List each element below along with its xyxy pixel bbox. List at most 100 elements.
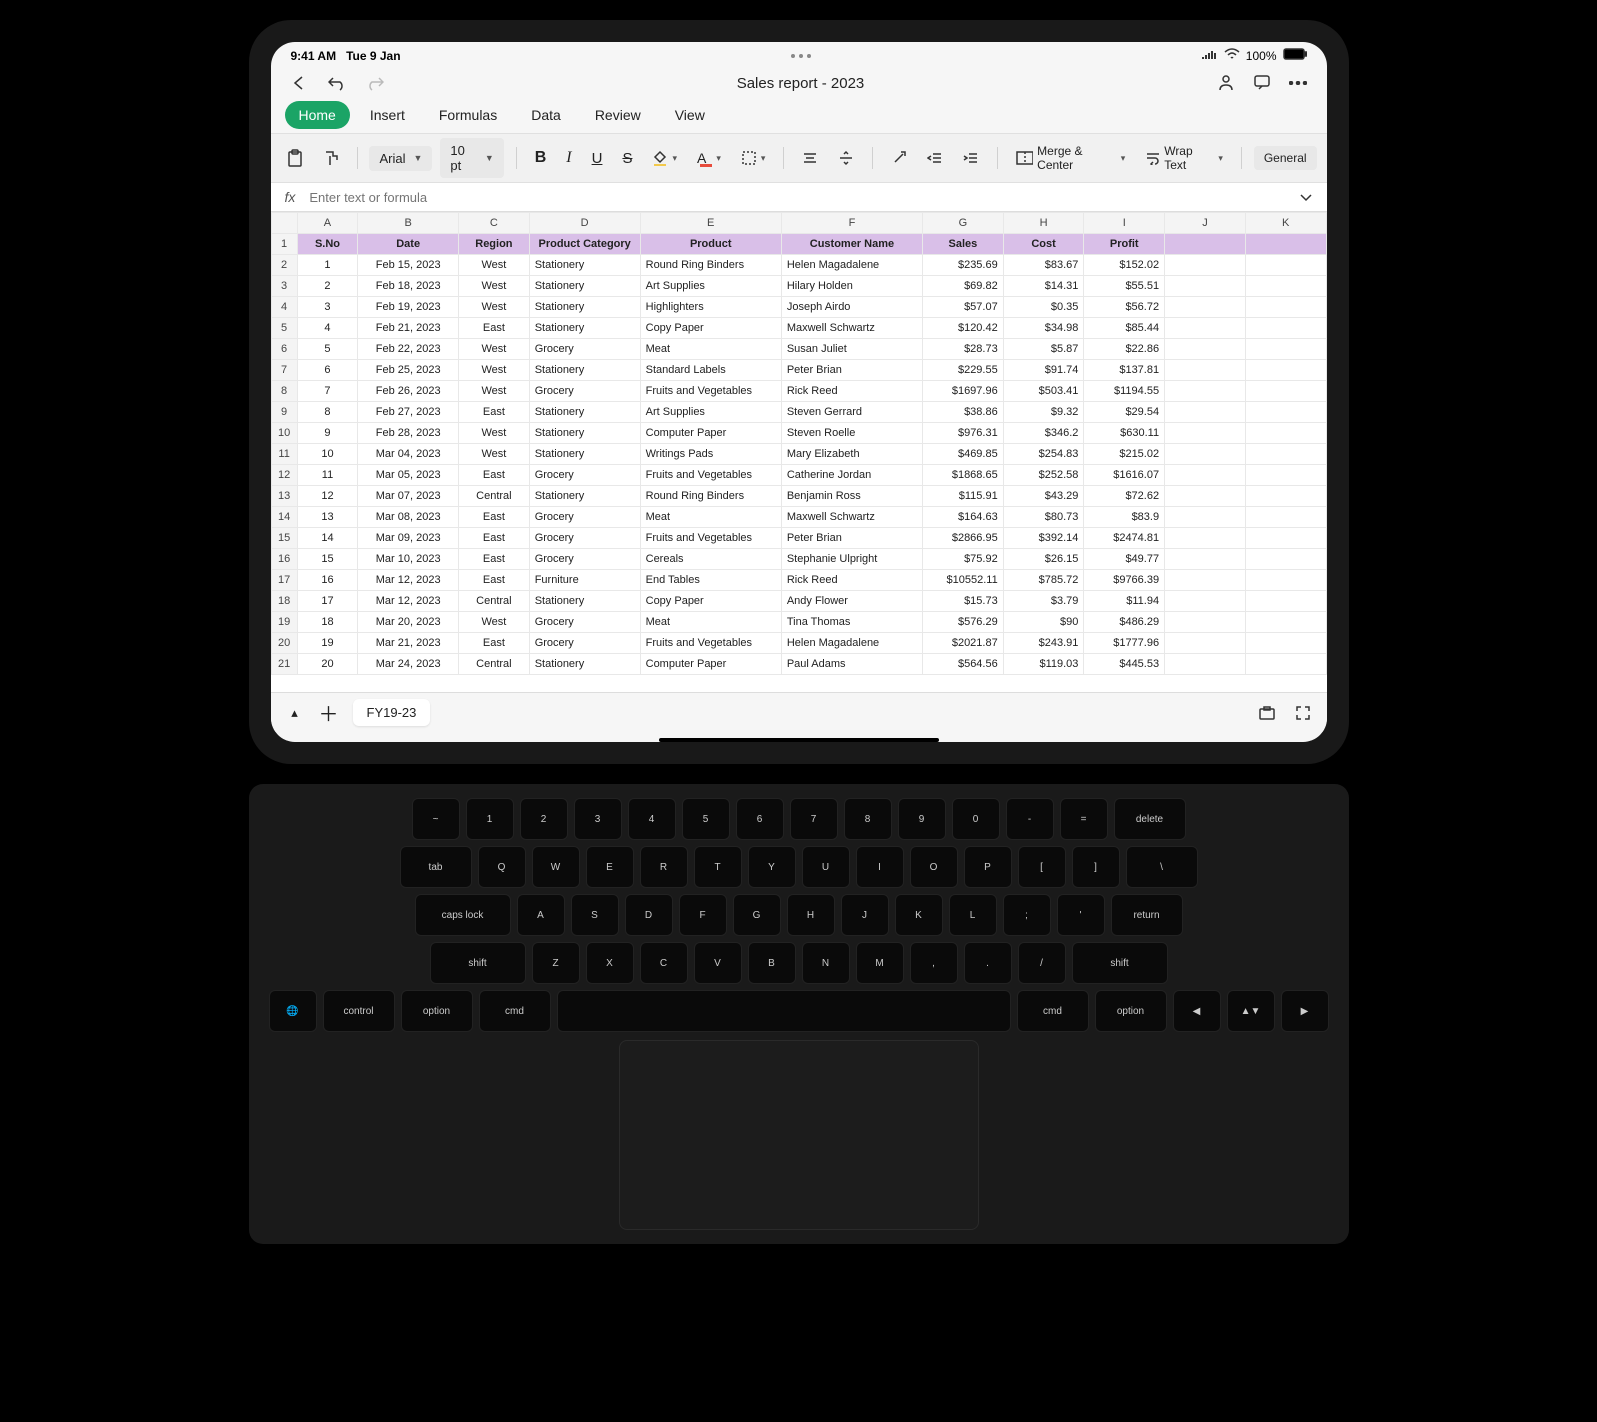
- key[interactable]: ]: [1072, 846, 1120, 888]
- cell[interactable]: Mar 07, 2023: [358, 486, 459, 507]
- cell[interactable]: Helen Magadalene: [781, 633, 922, 654]
- col-header-D[interactable]: D: [529, 213, 640, 234]
- cell[interactable]: $11.94: [1084, 591, 1165, 612]
- cell[interactable]: Mar 08, 2023: [358, 507, 459, 528]
- key[interactable]: shift: [1072, 942, 1168, 984]
- cell[interactable]: [1245, 276, 1326, 297]
- key[interactable]: caps lock: [415, 894, 511, 936]
- cell[interactable]: $630.11: [1084, 423, 1165, 444]
- select-all-cell[interactable]: [271, 213, 297, 234]
- cell[interactable]: 10: [297, 444, 358, 465]
- cell[interactable]: $119.03: [1003, 654, 1084, 675]
- bold-button[interactable]: B: [529, 145, 553, 171]
- cell[interactable]: $83.67: [1003, 255, 1084, 276]
- cell[interactable]: $56.72: [1084, 297, 1165, 318]
- cell[interactable]: West: [459, 381, 530, 402]
- key[interactable]: G: [733, 894, 781, 936]
- cell[interactable]: $29.54: [1084, 402, 1165, 423]
- cell[interactable]: Grocery: [529, 339, 640, 360]
- cell[interactable]: $1868.65: [923, 465, 1004, 486]
- key[interactable]: U: [802, 846, 850, 888]
- cell[interactable]: $243.91: [1003, 633, 1084, 654]
- comments-button[interactable]: [1252, 73, 1272, 93]
- cell[interactable]: Central: [459, 486, 530, 507]
- cell[interactable]: Feb 19, 2023: [358, 297, 459, 318]
- cell[interactable]: East: [459, 465, 530, 486]
- cell[interactable]: West: [459, 276, 530, 297]
- cell[interactable]: [1165, 570, 1246, 591]
- number-format-select[interactable]: General: [1254, 146, 1317, 170]
- key[interactable]: 6: [736, 798, 784, 840]
- cell[interactable]: West: [459, 612, 530, 633]
- header-cell[interactable]: Date: [358, 234, 459, 255]
- cell[interactable]: Steven Roelle: [781, 423, 922, 444]
- cell[interactable]: Computer Paper: [640, 654, 781, 675]
- cell[interactable]: Mar 05, 2023: [358, 465, 459, 486]
- cell[interactable]: 7: [297, 381, 358, 402]
- cell[interactable]: [1245, 591, 1326, 612]
- cell[interactable]: $9.32: [1003, 402, 1084, 423]
- increase-indent-button[interactable]: [957, 147, 985, 169]
- cell[interactable]: Cereals: [640, 549, 781, 570]
- cell[interactable]: 14: [297, 528, 358, 549]
- document-title[interactable]: Sales report - 2023: [737, 75, 865, 92]
- header-cell[interactable]: Customer Name: [781, 234, 922, 255]
- key[interactable]: shift: [430, 942, 526, 984]
- key[interactable]: ▶: [1281, 990, 1329, 1032]
- cell[interactable]: $137.81: [1084, 360, 1165, 381]
- cell[interactable]: East: [459, 318, 530, 339]
- cell[interactable]: [1245, 381, 1326, 402]
- cell[interactable]: $85.44: [1084, 318, 1165, 339]
- key[interactable]: I: [856, 846, 904, 888]
- tab-formulas[interactable]: Formulas: [425, 101, 511, 129]
- key[interactable]: 9: [898, 798, 946, 840]
- cell[interactable]: Stationery: [529, 402, 640, 423]
- cell[interactable]: 15: [297, 549, 358, 570]
- cell[interactable]: Grocery: [529, 507, 640, 528]
- cell[interactable]: $2866.95: [923, 528, 1004, 549]
- tab-home[interactable]: Home: [285, 101, 350, 129]
- formula-input[interactable]: [309, 190, 1298, 205]
- cell[interactable]: $26.15: [1003, 549, 1084, 570]
- cell[interactable]: Stationery: [529, 486, 640, 507]
- cell[interactable]: Fruits and Vegetables: [640, 633, 781, 654]
- row-header-18[interactable]: 18: [271, 591, 297, 612]
- header-cell[interactable]: Cost: [1003, 234, 1084, 255]
- cell[interactable]: $445.53: [1084, 654, 1165, 675]
- key[interactable]: V: [694, 942, 742, 984]
- key[interactable]: cmd: [479, 990, 551, 1032]
- cell[interactable]: [1245, 486, 1326, 507]
- cell[interactable]: Art Supplies: [640, 402, 781, 423]
- cell[interactable]: Feb 26, 2023: [358, 381, 459, 402]
- cell[interactable]: $976.31: [923, 423, 1004, 444]
- key[interactable]: -: [1006, 798, 1054, 840]
- key[interactable]: option: [401, 990, 473, 1032]
- cell[interactable]: 12: [297, 486, 358, 507]
- cell[interactable]: $254.83: [1003, 444, 1084, 465]
- header-cell[interactable]: [1245, 234, 1326, 255]
- cell[interactable]: $38.86: [923, 402, 1004, 423]
- cell[interactable]: East: [459, 528, 530, 549]
- cell[interactable]: $5.87: [1003, 339, 1084, 360]
- cell[interactable]: [1165, 507, 1246, 528]
- key[interactable]: Q: [478, 846, 526, 888]
- cell[interactable]: Meat: [640, 339, 781, 360]
- cell[interactable]: $72.62: [1084, 486, 1165, 507]
- screenshot-button[interactable]: [1257, 703, 1277, 723]
- font-name-select[interactable]: Arial▼: [369, 146, 432, 171]
- cell[interactable]: [1245, 549, 1326, 570]
- key[interactable]: S: [571, 894, 619, 936]
- cell[interactable]: Mar 12, 2023: [358, 591, 459, 612]
- key[interactable]: N: [802, 942, 850, 984]
- cell[interactable]: [1245, 507, 1326, 528]
- key[interactable]: J: [841, 894, 889, 936]
- cell[interactable]: $252.58: [1003, 465, 1084, 486]
- cell[interactable]: [1245, 612, 1326, 633]
- cell[interactable]: Feb 22, 2023: [358, 339, 459, 360]
- key[interactable]: 1: [466, 798, 514, 840]
- cell[interactable]: $90: [1003, 612, 1084, 633]
- cell[interactable]: $43.29: [1003, 486, 1084, 507]
- cell[interactable]: Maxwell Schwartz: [781, 318, 922, 339]
- cell[interactable]: Rick Reed: [781, 381, 922, 402]
- cell[interactable]: $469.85: [923, 444, 1004, 465]
